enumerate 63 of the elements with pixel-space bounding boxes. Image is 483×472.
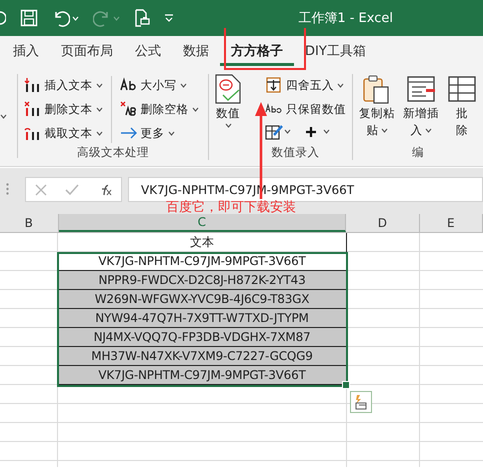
column-header[interactable]: E (420, 214, 483, 232)
column-header[interactable]: C (58, 214, 346, 232)
ribbon-tab[interactable]: 数据 (172, 36, 220, 66)
toggle-icon[interactable] (0, 10, 6, 26)
ribbon-button[interactable]: 更多 (118, 122, 201, 144)
remove-spaces-icon (120, 101, 138, 117)
table-cell: NYW94-47Q7H-7X9TT-W7TXD-JTYPM (58, 309, 347, 328)
group-label: 高级文本处理 (76, 145, 150, 160)
ribbon-tab[interactable]: DIY工具箱 (294, 36, 377, 66)
table-cell: NPPR9-FWDCX-D2C8J-H872K-2YT43 (58, 271, 347, 290)
caret-icon[interactable] (0, 114, 7, 118)
insert-row-icon (406, 74, 436, 104)
table-cell: VK7JG-NPHTM-C97JM-9MPGT-3V66T (58, 366, 347, 385)
ribbon-button[interactable]: 大小写 (118, 74, 201, 96)
caret-icon (337, 82, 344, 88)
save-icon[interactable] (20, 9, 38, 27)
callout-text: 百度它，即可下载安装 (166, 201, 296, 215)
delete-text-icon (24, 101, 42, 117)
ribbon-button[interactable]: 复制粘 贴 (357, 74, 397, 138)
round-icon (265, 77, 283, 93)
caret-icon (168, 130, 175, 136)
quick-analysis-icon[interactable] (350, 391, 372, 413)
ribbon-tab[interactable]: 插入 (2, 36, 50, 66)
ribbon-button[interactable]: 四舍五入 (263, 74, 348, 96)
caret-icon (96, 106, 103, 112)
document-check-icon (215, 74, 241, 104)
table-cell: W269N-WFGWX-YVC9B-4J6C9-T83GX (58, 290, 347, 309)
ribbon-button[interactable]: 截取文本 (22, 122, 105, 144)
ribbon-tab[interactable]: 页面布局 (50, 36, 124, 66)
ribbon-button[interactable]: 批 除 (445, 74, 479, 138)
drag-handle-icon[interactable] (6, 183, 9, 195)
insert-text-icon (24, 77, 42, 93)
check-icon[interactable] (65, 184, 80, 196)
window-title: 工作簿1 - Excel (298, 10, 393, 27)
ribbon-button[interactable]: 删除空格 (118, 98, 201, 120)
arrow-icon (120, 125, 138, 141)
group-label: 编 (411, 145, 425, 160)
table-cell: NJ4MX-VQQ7Q-FP3DB-VDGHX-7XM87 (58, 328, 347, 347)
extract-text-icon (24, 125, 42, 141)
ribbon-button[interactable]: 删除文本 (22, 98, 105, 120)
caret-icon (192, 106, 199, 112)
table-cell: MH37W-N47XK-V7XM9-C7227-GCQG9 (58, 347, 347, 366)
ribbon-button[interactable]: 插入文本 (22, 74, 105, 96)
group-label: 数值录入 (270, 145, 320, 160)
caret-icon (378, 128, 388, 133)
ribbon-tab[interactable]: 公式 (124, 36, 172, 66)
caret-icon (180, 82, 187, 88)
ribbon-button[interactable]: 数值 (213, 74, 243, 128)
caret-icon (113, 16, 120, 20)
ribbon-button[interactable]: 新增插 入 (401, 74, 441, 138)
case-icon (120, 77, 138, 93)
caret-icon (96, 130, 103, 136)
customize-caret-icon[interactable] (164, 14, 174, 22)
table-icon (447, 74, 477, 104)
column-header[interactable]: D (346, 214, 420, 232)
ribbon-button[interactable]: 只保留数值 (263, 98, 348, 120)
print-preview-icon[interactable] (134, 9, 150, 27)
caret-icon (422, 128, 432, 133)
table-cell: 文本 (58, 233, 347, 252)
fill-handle[interactable] (342, 381, 350, 389)
caret-icon (224, 123, 232, 128)
redo-icon (93, 9, 111, 27)
caret-icon (96, 82, 103, 88)
